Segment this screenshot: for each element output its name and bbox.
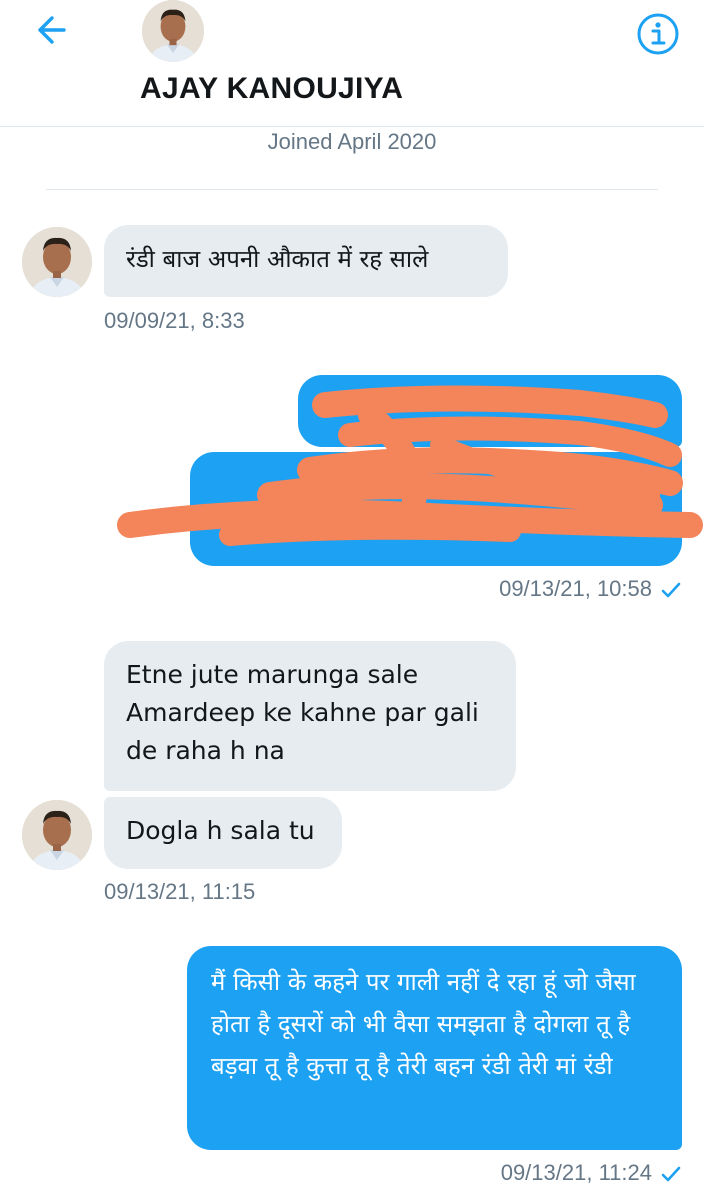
redaction-scribble — [117, 385, 703, 546]
sender-avatar[interactable] — [22, 227, 92, 297]
info-icon — [637, 13, 679, 55]
check-icon — [661, 1166, 681, 1182]
joined-date: Joined April 2020 — [267, 129, 437, 154]
message-bubble-sent[interactable]: मैं किसी के कहने पर गाली नहीं दे रहा हूं… — [187, 946, 682, 1150]
message-bubble-received[interactable]: Etne jute marunga sale Amardeep ke kahne… — [104, 641, 516, 791]
joined-divider — [46, 189, 658, 190]
message-text: Etne jute marunga sale Amardeep ke kahne… — [126, 660, 479, 765]
arrow-left-icon — [38, 16, 66, 44]
message-timestamp: 09/13/21, 11:24 — [300, 1160, 682, 1186]
conversation-name: AJAY KANOUJIYA — [140, 72, 404, 105]
header-divider — [0, 126, 704, 127]
timestamp-text: 09/13/21, 11:24 — [500, 1160, 652, 1185]
message-bubble-received[interactable]: रंडी बाज अपनी औकात में रह साले — [104, 225, 508, 297]
message-timestamp: 09/13/21, 11:15 — [104, 879, 256, 904]
message-timestamp: 09/09/21, 8:33 — [104, 308, 245, 333]
back-button[interactable] — [30, 10, 76, 50]
timestamp-text: 09/13/21, 10:58 — [499, 576, 652, 601]
message-text: मैं किसी के कहने पर गाली नहीं दे रहा हूं… — [211, 968, 636, 1080]
check-icon — [661, 582, 681, 598]
info-button[interactable] — [636, 12, 680, 56]
message-bubble-received[interactable]: Dogla h sala tu — [104, 797, 342, 869]
sender-avatar[interactable] — [22, 800, 92, 870]
header-avatar[interactable] — [142, 0, 204, 62]
message-text: Dogla h sala tu — [126, 816, 315, 845]
message-text: रंडी बाज अपनी औकात में रह साले — [126, 245, 429, 273]
message-timestamp: 09/13/21, 10:58 — [300, 576, 682, 602]
